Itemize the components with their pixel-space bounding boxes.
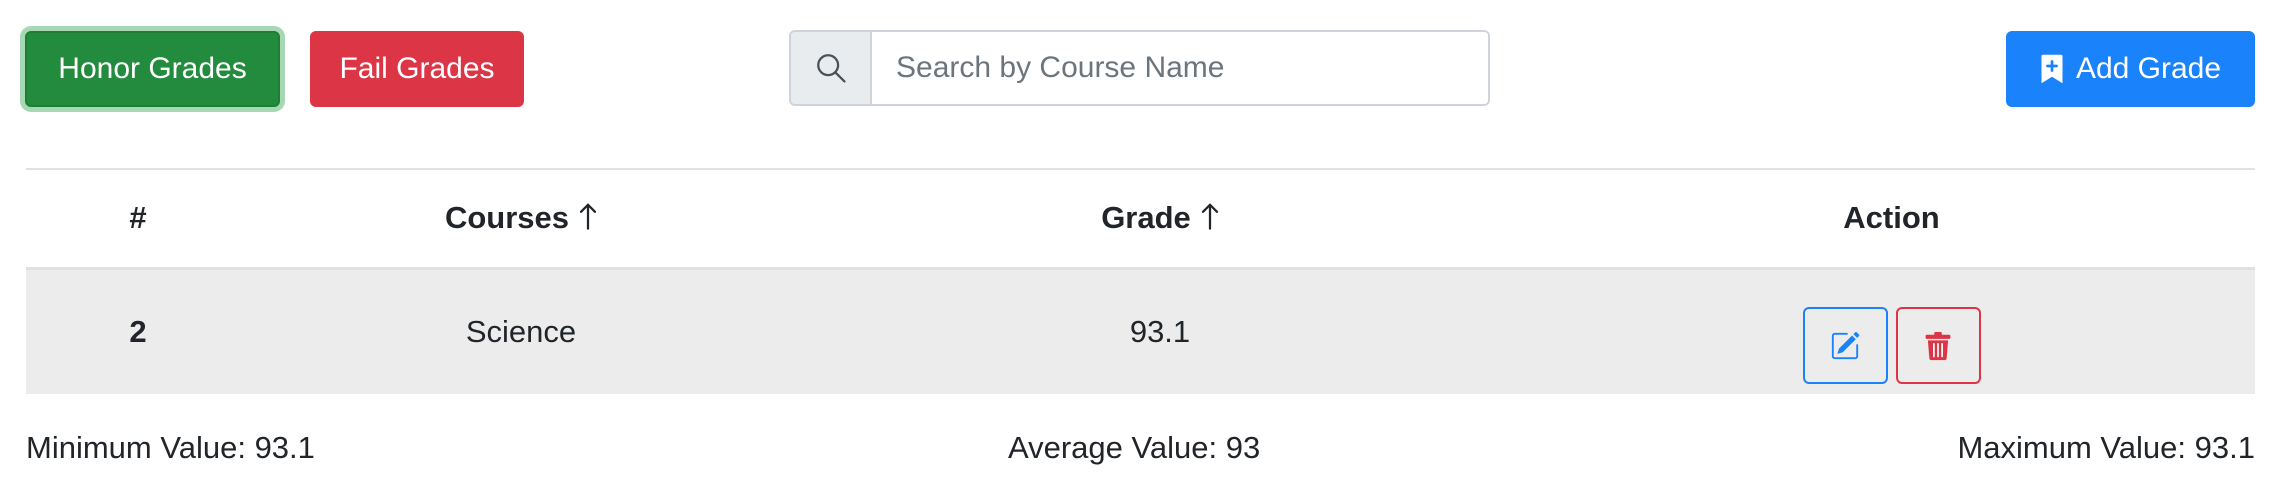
edit-button[interactable] [1802,307,1888,385]
header-grade-label: Grade [1101,200,1191,236]
search-input[interactable] [872,32,1488,104]
header-action: Action [1843,200,1940,236]
average-value-number: 93 [1225,430,1261,465]
minimum-value-label: Minimum Value: [26,430,246,465]
search-icon [816,54,846,83]
add-grade-label: Add Grade [2075,52,2222,85]
minimum-value: Minimum Value: 93.1 [26,430,315,466]
header-row: # Courses Grade Action [26,169,2255,268]
arrow-up-icon [1201,202,1219,230]
search-addon [791,32,872,104]
add-grade-button[interactable]: Add Grade [2006,31,2255,107]
action-buttons [1528,307,2255,385]
row-course: Science [465,313,577,349]
grades-table: # Courses Grade Action 2 Science 93.1 [26,168,2255,394]
row-grade: 93.1 [1129,313,1191,349]
delete-button[interactable] [1895,307,1981,385]
fail-grades-label: Fail Grades [339,52,495,85]
honor-grades-button[interactable]: Honor Grades [25,31,280,107]
minimum-value-number: 93.1 [254,430,315,465]
grades-table-wrapper: # Courses Grade Action 2 Science 93.1 [26,168,2255,394]
arrow-up-icon [579,202,597,230]
maximum-value-label: Maximum Value: [1957,430,2187,465]
header-grade[interactable]: Grade [792,169,1528,268]
maximum-value-number: 93.1 [2194,430,2255,465]
header-number: # [129,200,147,236]
honor-grades-label: Honor Grades [58,52,247,85]
average-value: Average Value: 93 [1008,430,1260,466]
row-actions [1528,268,2255,394]
header-courses-label: Courses [444,200,570,236]
grades-table-header: # Courses Grade Action [26,169,2255,268]
maximum-value: Maximum Value: 93.1 [1957,430,2255,466]
grades-table-body: 2 Science 93.1 [26,268,2255,394]
pencil-square-icon [1831,331,1860,359]
row-number: 2 [129,313,147,349]
search-group [789,30,1490,106]
average-value-label: Average Value: [1008,430,1218,465]
header-courses[interactable]: Courses [250,169,792,268]
bookmark-plus-icon [2041,54,2063,84]
table-row: 2 Science 93.1 [26,268,2255,394]
trash-icon [1925,331,1951,360]
fail-grades-button[interactable]: Fail Grades [310,31,524,107]
